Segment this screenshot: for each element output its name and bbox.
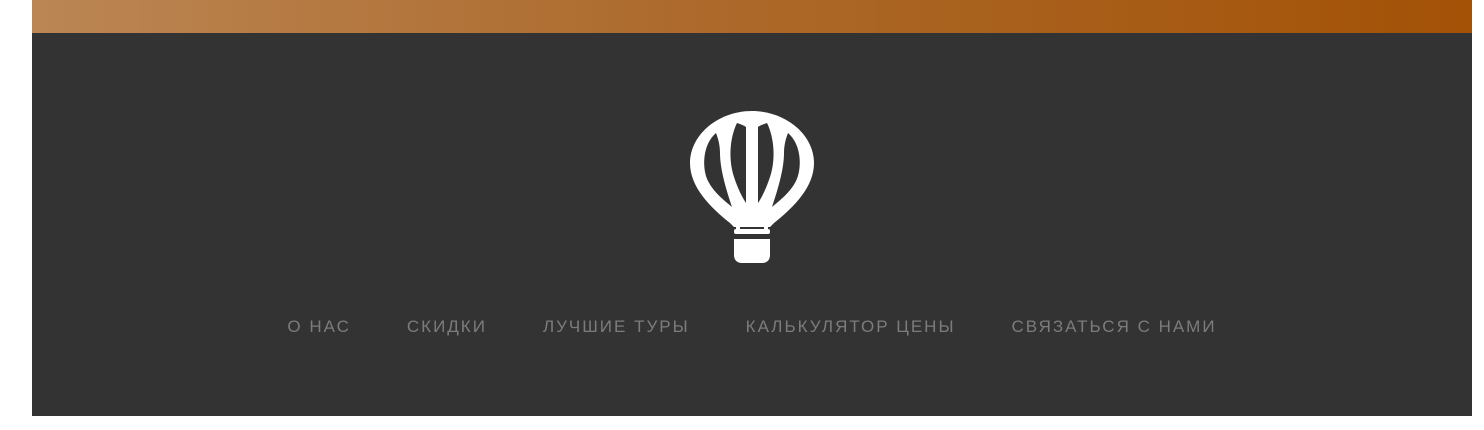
nav-item-price-calculator[interactable]: КАЛЬКУЛЯТОР ЦЕНЫ [746,317,956,337]
accent-top-bar [32,0,1472,33]
site-header: О НАС СКИДКИ ЛУЧШИЕ ТУРЫ КАЛЬКУЛЯТОР ЦЕН… [32,33,1472,416]
nav-item-discounts[interactable]: СКИДКИ [407,317,487,337]
nav-item-best-tours[interactable]: ЛУЧШИЕ ТУРЫ [543,317,690,337]
page: О НАС СКИДКИ ЛУЧШИЕ ТУРЫ КАЛЬКУЛЯТОР ЦЕН… [0,0,1484,430]
nav-item-contact[interactable]: СВЯЗАТЬСЯ С НАМИ [1012,317,1217,337]
nav-item-about[interactable]: О НАС [287,317,350,337]
main-nav: О НАС СКИДКИ ЛУЧШИЕ ТУРЫ КАЛЬКУЛЯТОР ЦЕН… [32,316,1472,338]
hot-air-balloon-icon[interactable] [690,111,814,265]
